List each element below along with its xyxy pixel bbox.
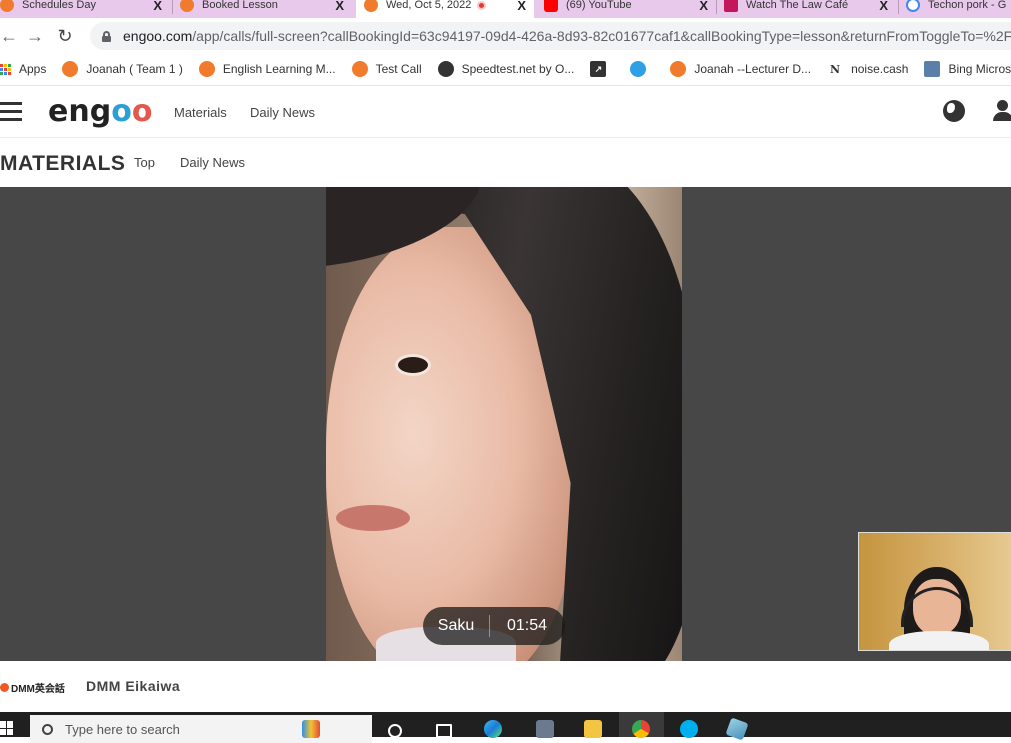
refresh-blue-icon xyxy=(630,61,647,77)
tab-title: Watch The Law Café xyxy=(746,0,849,11)
tab-close-icon[interactable]: X xyxy=(335,0,344,13)
bookmark-speedtest[interactable]: Speedtest.net by O... xyxy=(437,61,575,77)
subnav-top[interactable]: Top xyxy=(134,155,155,170)
engoo-logo[interactable]: engoo xyxy=(48,94,152,129)
bookmark-noise-cash[interactable]: N noise.cash xyxy=(827,61,908,77)
footer-brand-name: DMM Eikaiwa xyxy=(86,678,181,694)
google-favicon xyxy=(906,0,920,12)
tab-watch-law-cafe[interactable]: Watch The Law Café X xyxy=(724,0,896,18)
bookmark-label: Bing Microsoft Tra xyxy=(948,62,1011,76)
bookmark-label: Apps xyxy=(19,62,47,76)
browser-toolbar: ← → ↻ engoo.com/app/calls/full-screen?ca… xyxy=(0,18,1011,54)
tab-schedules-day[interactable]: Schedules Day X xyxy=(0,0,170,18)
back-arrow-icon[interactable]: ← xyxy=(0,26,18,47)
student-video-feed xyxy=(326,187,682,661)
news-widget-icon[interactable] xyxy=(302,720,320,738)
globe-icon[interactable] xyxy=(943,100,965,122)
bookmark-label: English Learning M... xyxy=(222,62,336,76)
task-view-icon[interactable] xyxy=(436,724,452,738)
engoo-favicon xyxy=(62,61,79,77)
page-footer: DMM英会話 DMM Eikaiwa xyxy=(0,661,1011,712)
call-info-pill: Saku 01:54 xyxy=(423,607,565,645)
calculator-icon[interactable] xyxy=(536,720,554,738)
tab-close-icon[interactable]: X xyxy=(517,0,526,13)
apps-grid-icon xyxy=(0,63,11,75)
edge-icon[interactable] xyxy=(484,720,502,738)
bookmark-english-learning[interactable]: English Learning M... xyxy=(198,61,336,77)
tab-title: (69) YouTube xyxy=(566,0,632,11)
taskbar-search-input[interactable]: Type here to search xyxy=(30,715,372,743)
lock-icon xyxy=(102,30,111,42)
tab-close-icon[interactable]: X xyxy=(879,0,888,13)
bookmark-label: Joanah --Lecturer D... xyxy=(694,62,812,76)
engoo-favicon xyxy=(364,0,378,12)
tab-title: Wed, Oct 5, 2022 xyxy=(386,0,472,11)
engoo-favicon xyxy=(670,61,687,77)
bookmark-bing-translator[interactable]: Bing Microsoft Tra xyxy=(924,61,1011,77)
nav-materials[interactable]: Materials xyxy=(174,105,227,120)
skype-icon[interactable] xyxy=(680,720,698,738)
self-video-preview[interactable] xyxy=(858,532,1011,651)
app-icon[interactable] xyxy=(725,717,749,741)
recording-indicator-icon xyxy=(477,0,487,10)
reload-icon[interactable]: ↻ xyxy=(50,26,80,47)
engoo-favicon xyxy=(198,61,215,77)
bookmark-arrow-box[interactable]: ↗ xyxy=(590,61,614,77)
forward-arrow-icon[interactable]: → xyxy=(20,26,50,47)
bing-translator-icon xyxy=(924,61,941,77)
youtube-favicon xyxy=(544,0,558,12)
cortana-icon[interactable] xyxy=(388,724,402,738)
engoo-favicon xyxy=(0,0,14,12)
url-host: engoo.com xyxy=(123,28,193,44)
bookmark-apps[interactable]: Apps xyxy=(0,62,46,76)
tab-lesson-call-active[interactable]: Wed, Oct 5, 2022 X xyxy=(356,0,534,18)
participant-name: Saku xyxy=(437,617,475,634)
search-icon xyxy=(42,723,53,735)
search-placeholder: Type here to search xyxy=(65,721,180,737)
windows-start-icon[interactable] xyxy=(0,721,14,735)
windows-taskbar: Type here to search xyxy=(0,712,1011,743)
engoo-favicon xyxy=(180,0,194,12)
tab-google-search[interactable]: Techon pork - G xyxy=(906,0,1011,18)
url-path: /app/calls/full-screen?callBookingId=63c… xyxy=(192,28,1011,44)
tab-title: Schedules Day xyxy=(22,0,96,11)
bookmark-refresh-blue[interactable] xyxy=(630,61,654,77)
user-icon[interactable] xyxy=(992,100,1011,122)
tab-close-icon[interactable]: X xyxy=(699,0,708,13)
tab-title: Techon pork - G xyxy=(928,0,1007,11)
call-timer: 01:54 xyxy=(506,617,548,634)
bookmark-joanah-team[interactable]: Joanah ( Team 1 ) xyxy=(62,61,183,77)
arrow-box-icon: ↗ xyxy=(590,61,607,77)
engoo-favicon xyxy=(351,61,368,77)
dmm-eikaiwa-logo[interactable]: DMM英会話 xyxy=(0,680,65,695)
browser-tab-strip: Schedules Day X Booked Lesson X Wed, Oct… xyxy=(0,0,1011,18)
speedtest-icon xyxy=(437,61,454,77)
chrome-icon[interactable] xyxy=(632,720,650,738)
menu-icon[interactable] xyxy=(0,102,22,122)
engoo-header: engoo Materials Daily News xyxy=(0,85,1011,137)
drama-favicon xyxy=(724,0,738,12)
section-title: MATERIALS xyxy=(0,152,126,175)
bookmark-label: noise.cash xyxy=(851,62,909,76)
bookmark-label: Speedtest.net by O... xyxy=(461,62,575,76)
subnav-daily-news[interactable]: Daily News xyxy=(180,155,245,170)
bookmark-label: Joanah ( Team 1 ) xyxy=(86,62,183,76)
tab-close-icon[interactable]: X xyxy=(153,0,162,13)
materials-subheader: MATERIALS Top Daily News xyxy=(0,137,1011,187)
bookmarks-bar: Apps Joanah ( Team 1 ) English Learning … xyxy=(0,54,1011,84)
tab-title: Booked Lesson xyxy=(202,0,278,11)
noise-cash-icon: N xyxy=(830,62,841,76)
tab-booked-lesson[interactable]: Booked Lesson X xyxy=(180,0,352,18)
bookmark-joanah-lecturer[interactable]: Joanah --Lecturer D... xyxy=(670,61,811,77)
nav-daily-news[interactable]: Daily News xyxy=(250,105,315,120)
address-bar[interactable]: engoo.com/app/calls/full-screen?callBook… xyxy=(90,22,1011,50)
file-explorer-icon[interactable] xyxy=(584,720,602,738)
tab-youtube[interactable]: (69) YouTube X xyxy=(544,0,716,18)
bookmark-label: Test Call xyxy=(375,62,422,76)
video-call-stage: Saku 01:54 xyxy=(0,187,1011,661)
bookmark-test-call[interactable]: Test Call xyxy=(351,61,422,77)
